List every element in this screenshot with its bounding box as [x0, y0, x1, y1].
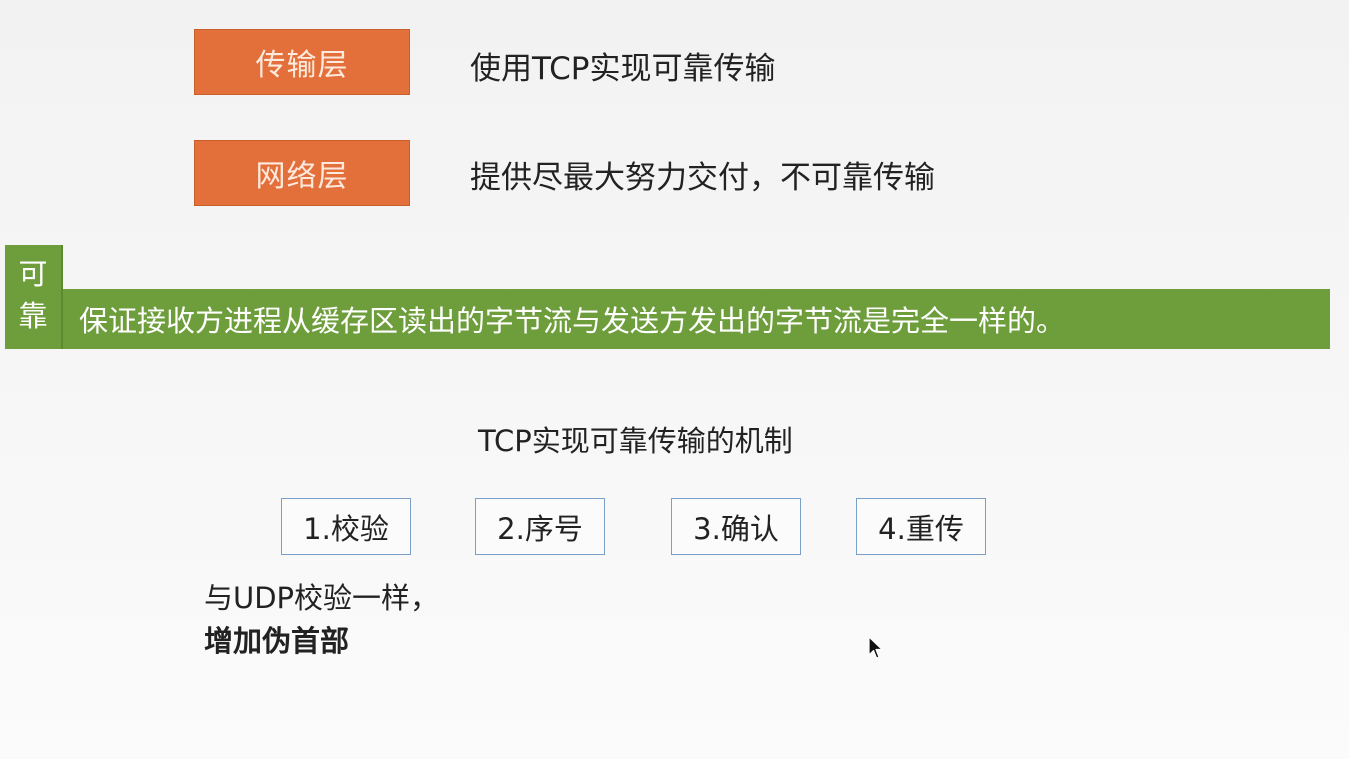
network-layer-description: 提供尽最大努力交付，不可靠传输 — [470, 160, 935, 196]
reliability-definition-banner: 保证接收方进程从缓存区读出的字节流与发送方发出的字节流是完全一样的。 — [63, 289, 1330, 349]
network-layer-box: 网络层 — [194, 140, 410, 206]
reliable-tag-char-1: 可 — [18, 257, 48, 291]
mechanism-checksum-box: 1.校验 — [281, 498, 411, 555]
reliable-tag-char-2: 靠 — [18, 299, 48, 333]
mechanism-sequence-number-box: 2.序号 — [475, 498, 605, 555]
checksum-note-line-2: 增加伪首部 — [204, 624, 350, 658]
transport-layer-description: 使用TCP实现可靠传输 — [470, 51, 776, 87]
transport-layer-box: 传输层 — [194, 29, 410, 95]
mechanism-retransmission-box: 4.重传 — [856, 498, 986, 555]
checksum-note-line-1: 与UDP校验一样， — [204, 581, 440, 615]
reliable-tag: 可 靠 — [5, 245, 63, 349]
mechanism-acknowledgement-box: 3.确认 — [671, 498, 801, 555]
mechanisms-title: TCP实现可靠传输的机制 — [478, 424, 793, 458]
mouse-pointer-icon — [868, 636, 883, 659]
